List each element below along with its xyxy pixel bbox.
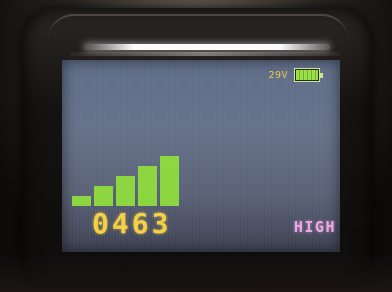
battery-full-icon [294,68,323,82]
battery-voltage: 29V [268,69,288,81]
count-readout: 0463 [92,207,172,240]
signal-bar-1 [72,196,91,206]
signal-bar-4 [138,166,157,206]
signal-bar-3 [116,176,135,206]
status-area: 29V [268,66,323,84]
signal-bar-2 [94,186,113,206]
level-indicator: HIGH [293,218,336,236]
screen-glare [84,44,330,50]
lcd-screen: 29V 0463 HIGH [62,60,340,252]
device-photo: 29V 0463 HIGH [0,0,392,292]
bottom-shadow [0,252,392,292]
signal-bars-graphic [72,156,179,206]
battery-fill [296,70,318,80]
signal-bars-icon [72,146,212,206]
battery-terminal [320,73,323,78]
screen-glare-secondary [70,52,340,56]
signal-bar-5 [160,156,179,206]
